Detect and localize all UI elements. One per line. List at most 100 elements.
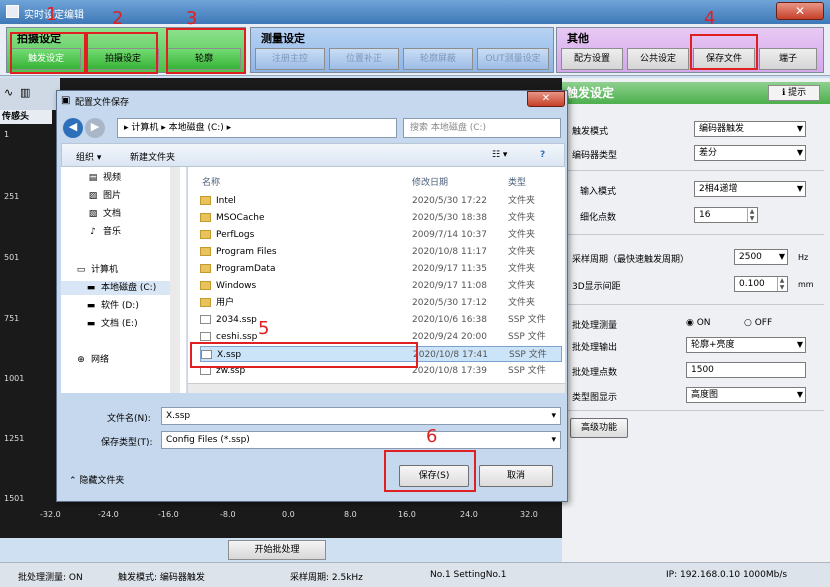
annotation-box-4 <box>690 34 758 70</box>
address-bar[interactable]: ▸ 计算机 ▸ 本地磁盘 (C:) ▸ <box>117 118 397 138</box>
x-tick: 24.0 <box>460 510 478 519</box>
recipe-settings-button[interactable]: 配方设置 <box>561 48 623 70</box>
mm-unit: mm <box>798 280 814 289</box>
x-tick: -24.0 <box>98 510 119 519</box>
file-date: 2020/9/17 11:08 <box>412 281 487 291</box>
filename-input[interactable]: X.ssp ▾ <box>161 407 561 425</box>
display-spacing-spinner[interactable]: 0.100 ▲ ▼ <box>734 276 788 292</box>
input-mode-select[interactable]: 2相4递增 ▼ <box>694 181 806 197</box>
back-arrow-icon[interactable]: ◀ <box>63 118 83 138</box>
help-icon[interactable]: ? <box>540 150 545 160</box>
file-row[interactable]: ProgramData 2020/9/17 11:35 文件夹 <box>200 261 562 277</box>
file-row[interactable]: Intel 2020/5/30 17:22 文件夹 <box>200 193 562 209</box>
forward-arrow-icon[interactable]: ▶ <box>85 118 105 138</box>
file-row[interactable]: Program Files 2020/10/8 11:17 文件夹 <box>200 244 562 260</box>
annotation-number: 2 <box>112 8 124 29</box>
filename-value: X.ssp <box>166 411 191 421</box>
hide-folders-label: 隐藏文件夹 <box>79 476 125 486</box>
filetype-select[interactable]: Config Files (*.ssp) ▾ <box>161 431 561 449</box>
annotation-box-1 <box>10 32 86 74</box>
view-options-icon[interactable]: ☷ ▾ <box>492 150 507 160</box>
file-row[interactable]: Windows 2020/9/17 11:08 文件夹 <box>200 278 562 294</box>
nav-scrollbar[interactable] <box>170 167 180 393</box>
trigger-mode-select[interactable]: 编码器触发 ▼ <box>694 121 806 137</box>
organize-button[interactable]: 组织 ▾ <box>76 150 101 163</box>
column-date-header[interactable]: 修改日期 <box>412 175 448 188</box>
advanced-button[interactable]: 高级功能 <box>570 418 628 438</box>
column-type-header[interactable]: 类型 <box>508 175 526 188</box>
subdivide-label: 细化点数 <box>580 213 617 223</box>
nav-item-documents[interactable]: ▧ 文档 <box>87 207 121 221</box>
subdivide-value: 16 <box>699 210 711 220</box>
folder-icon <box>200 264 211 273</box>
position-correction-button[interactable]: 位置补正 <box>329 48 399 70</box>
annotation-number: 3 <box>186 8 198 29</box>
file-row[interactable]: MSOCache 2020/5/30 18:38 文件夹 <box>200 210 562 226</box>
start-batch-button[interactable]: 开始批处理 <box>228 540 326 560</box>
spinner-arrows-icon[interactable]: ▲ ▼ <box>777 277 786 291</box>
nav-item-local-disk-c[interactable]: ▬ 本地磁盘 (C:) <box>61 281 171 295</box>
cancel-button[interactable]: 取消 <box>479 465 553 487</box>
folder-icon <box>200 247 211 256</box>
file-type: 文件夹 <box>508 264 536 274</box>
file-type: 文件夹 <box>508 298 536 308</box>
y-tick: 1501 <box>4 494 25 503</box>
chart-type-select[interactable]: 高度图 ▼ <box>686 387 806 403</box>
batch-output-select[interactable]: 轮廓+亮度 ▼ <box>686 337 806 353</box>
batch-points-input[interactable]: 1500 <box>686 362 806 378</box>
chart-type-label: 类型图显示 <box>572 393 618 403</box>
horizontal-scrollbar[interactable] <box>188 383 565 393</box>
file-date: 2020/5/30 18:38 <box>412 213 487 223</box>
subdivide-spinner[interactable]: 16 ▲ ▼ <box>694 207 758 223</box>
file-row[interactable]: 用户 2020/5/30 17:12 文件夹 <box>200 295 562 311</box>
common-settings-button[interactable]: 公共设定 <box>627 48 689 70</box>
batch-output-value: 轮廓+亮度 <box>691 340 735 350</box>
batch-on-radio[interactable]: ◉ ON <box>686 318 711 328</box>
encoder-type-label: 编码器类型 <box>572 151 618 161</box>
file-type: SSP 文件 <box>509 350 547 360</box>
hide-folders-toggle[interactable]: ⌃ 隐藏文件夹 <box>69 473 124 486</box>
nav-item-disk-d[interactable]: ▬ 软件 (D:) <box>85 299 139 313</box>
new-folder-button[interactable]: 新建文件夹 <box>130 150 175 163</box>
file-row[interactable]: 2034.ssp 2020/10/6 16:38 SSP 文件 <box>200 312 562 328</box>
nav-item-computer[interactable]: ▭ 计算机 <box>75 263 118 277</box>
nav-item-pictures[interactable]: ▨ 图片 <box>87 189 121 203</box>
divider <box>568 234 824 235</box>
nav-item-disk-e[interactable]: ▬ 文档 (E:) <box>85 317 138 331</box>
terminal-button[interactable]: 端子 <box>759 48 817 70</box>
hz-unit: Hz <box>798 253 809 262</box>
nav-item-network[interactable]: ⊕ 网络 <box>75 353 109 367</box>
batch-off-radio[interactable]: ○ OFF <box>744 318 772 328</box>
nav-item-videos[interactable]: ▤ 视频 <box>87 171 121 185</box>
file-date: 2020/10/8 11:17 <box>412 247 487 257</box>
drive-icon: ▬ <box>86 319 96 329</box>
file-type: 文件夹 <box>508 247 536 257</box>
spinner-arrows-icon[interactable]: ▲ ▼ <box>747 208 756 222</box>
encoder-type-select[interactable]: 差分 ▼ <box>694 145 806 161</box>
batch-on-label: ON <box>696 318 711 328</box>
out-measure-button[interactable]: OUT测量设定 <box>477 48 549 70</box>
waveform-icon[interactable]: ∿ <box>4 86 13 99</box>
music-icon: ♪ <box>90 227 96 237</box>
layout-icon[interactable]: ▥ <box>20 86 30 99</box>
nav-item-music[interactable]: ♪ 音乐 <box>87 225 121 239</box>
batch-label: 批处理测量 <box>572 321 618 331</box>
panel-title: 触发设定 <box>566 86 615 100</box>
file-date: 2020/10/8 17:41 <box>413 350 488 360</box>
input-mode-value: 2相4递增 <box>699 184 738 194</box>
divider <box>568 410 824 411</box>
hint-button[interactable]: ℹ 提示 <box>768 85 820 101</box>
profile-mask-button[interactable]: 轮廓屏蔽 <box>403 48 473 70</box>
x-tick: 32.0 <box>520 510 538 519</box>
window-close-button[interactable]: ✕ <box>776 2 824 20</box>
search-input[interactable]: 搜索 本地磁盘 (C:) <box>403 118 561 138</box>
dialog-close-button[interactable]: ✕ <box>527 91 565 107</box>
column-name-header[interactable]: 名称 <box>202 175 220 188</box>
sample-period-select[interactable]: 2500 ▼ <box>734 249 788 265</box>
chevron-down-icon: ▼ <box>796 124 803 133</box>
file-row[interactable]: PerfLogs 2009/7/14 10:37 文件夹 <box>200 227 562 243</box>
trigger-settings-panel: 触发设定 ℹ 提示 触发模式 编码器触发 ▼ 编码器类型 差分 ▼ 输入模式 2相4… <box>562 78 830 562</box>
register-master-button[interactable]: 注册主控 <box>255 48 325 70</box>
y-tick: 1251 <box>4 434 25 443</box>
chevron-up-icon: ⌃ <box>69 476 80 486</box>
